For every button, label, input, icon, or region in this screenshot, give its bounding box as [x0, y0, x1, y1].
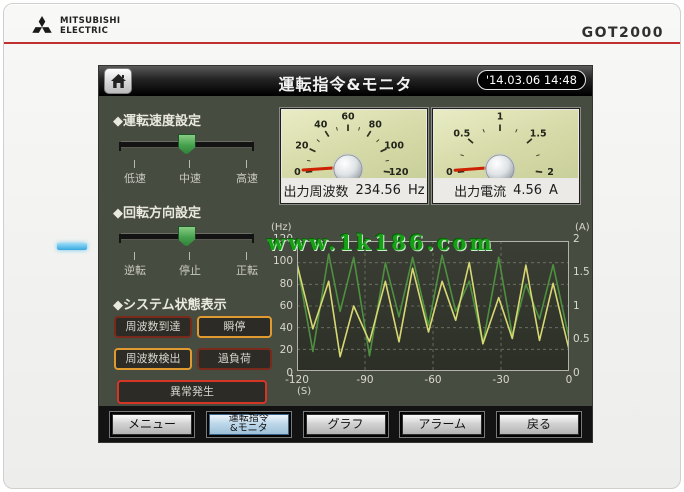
- left-axis-tick: 40: [280, 323, 293, 334]
- frequency-gauge-label: 出力周波数: [283, 181, 348, 200]
- left-axis-tick: 80: [280, 279, 293, 290]
- svg-text:0: 0: [294, 167, 301, 178]
- direction-slider-labels: 逆転 停止 正転: [121, 262, 252, 276]
- nav-operation-monitor-button[interactable]: 運転指令&モニタ: [209, 414, 289, 435]
- right-axis-tick: 0.5: [573, 334, 590, 345]
- nav-button-label: グラフ: [327, 418, 363, 431]
- left-axis-ticks: 120100806040200: [259, 234, 293, 378]
- direction-section-title: ◆回転方向設定: [113, 202, 201, 221]
- frequency-gauge-readout: 出力周波数 234.56 Hz: [282, 179, 426, 201]
- direction-label-reverse: 逆転: [124, 262, 146, 278]
- svg-text:100: 100: [384, 141, 404, 152]
- left-axis-tick: 60: [280, 301, 293, 312]
- direction-slider-handle[interactable]: [178, 226, 196, 247]
- direction-slider-ticks: [121, 252, 252, 260]
- nav-slot-monitor: 運転指令&モニタ: [206, 411, 292, 438]
- svg-text:0.5: 0.5: [453, 129, 470, 140]
- brand-line2: ELECTRIC: [60, 27, 120, 37]
- current-gauge-readout: 出力電流 4.56 A: [434, 179, 578, 201]
- nav-menu-button[interactable]: メニュー: [112, 414, 192, 435]
- clock-display: '14.03.06 14:48: [477, 70, 586, 90]
- x-axis-tick: -120: [281, 374, 313, 386]
- current-gauge-unit: A: [549, 183, 558, 198]
- current-gauge-panel: 0 0.5 1 1.5 2 出力電流 4.56 A: [432, 108, 580, 204]
- status-button-grid: 周波数到達 瞬停 周波数検出 過負荷: [114, 316, 272, 370]
- x-axis-ticks: -120 -90 -60 -30 0: [281, 374, 585, 386]
- nav-graph-button[interactable]: グラフ: [306, 414, 386, 435]
- right-axis-ticks: 21.510.50: [573, 234, 592, 378]
- frequency-gauge-face: 0 20 40 60 80100 120: [282, 110, 426, 178]
- nav-alarm-button[interactable]: アラーム: [402, 414, 482, 435]
- svg-text:40: 40: [314, 119, 328, 130]
- speed-section-title: ◆運転速度設定: [113, 110, 201, 129]
- power-led: [57, 243, 87, 250]
- hmi-screen: 運転指令&モニタ '14.03.06 14:48 ◆運転速度設定 低速 中速 高…: [99, 66, 592, 442]
- nav-button-label: アラーム: [418, 418, 466, 431]
- right-axis-tick: 1: [573, 301, 580, 312]
- got2000-device-bezel: MITSUBISHI ELECTRIC GOT2000 運転指令&モニタ '14…: [3, 3, 681, 489]
- frequency-gauge-dial: 0 20 40 60 80100 120: [282, 110, 426, 178]
- nav-button-label: メニュー: [128, 418, 176, 431]
- nav-button-label: &モニタ: [230, 424, 268, 435]
- svg-text:1: 1: [497, 112, 504, 123]
- nav-slot-graph: グラフ: [303, 411, 389, 438]
- x-axis-unit: (S): [297, 386, 311, 397]
- frequency-gauge-unit: Hz: [408, 183, 425, 198]
- speed-slider-labels: 低速 中速 高速: [121, 170, 252, 184]
- current-gauge-dial: 0 0.5 1 1.5 2: [434, 110, 578, 178]
- svg-text:20: 20: [295, 141, 309, 152]
- status-alarm-occurred[interactable]: 異常発生: [117, 380, 267, 404]
- x-axis-tick: -90: [349, 374, 381, 386]
- direction-label-forward: 正転: [236, 262, 258, 278]
- status-freq-reached[interactable]: 周波数到達: [114, 316, 192, 338]
- speed-slider-handle[interactable]: [178, 134, 196, 155]
- nav-button-label: 戻る: [527, 418, 551, 431]
- title-bar: 運転指令&モニタ '14.03.06 14:48: [99, 66, 592, 96]
- nav-slot-menu: メニュー: [109, 411, 195, 438]
- left-axis-tick: 20: [280, 345, 293, 356]
- speed-slider[interactable]: [121, 142, 252, 147]
- direction-label-stop: 停止: [179, 262, 201, 278]
- mitsubishi-logo: MITSUBISHI ELECTRIC: [30, 15, 120, 38]
- svg-text:0: 0: [446, 167, 453, 178]
- status-freq-detect[interactable]: 周波数検出: [114, 348, 192, 370]
- status-section-title: ◆システム状態表示: [113, 294, 227, 313]
- right-axis-tick: 2: [573, 234, 580, 245]
- speed-label-mid: 中速: [179, 170, 201, 186]
- nav-back-button[interactable]: 戻る: [499, 414, 579, 435]
- speed-slider-ticks: [121, 160, 252, 168]
- right-axis-tick: 1.5: [573, 267, 590, 278]
- svg-text:1.5: 1.5: [530, 129, 547, 140]
- bottom-nav-bar: メニュー 運転指令&モニタ グラフ アラーム 戻る: [99, 406, 592, 442]
- trend-chart-plot: [297, 241, 569, 371]
- x-axis-tick: -30: [485, 374, 517, 386]
- current-gauge-face: 0 0.5 1 1.5 2: [434, 110, 578, 178]
- current-gauge-value: 4.56: [513, 183, 542, 198]
- x-axis-tick: -60: [417, 374, 449, 386]
- bezel-accent-line: [4, 42, 680, 44]
- svg-text:120: 120: [389, 167, 409, 178]
- model-label: GOT2000: [582, 25, 664, 41]
- nav-slot-alarm: アラーム: [399, 411, 485, 438]
- right-axis-unit: (A): [575, 222, 590, 233]
- current-gauge-label: 出力電流: [454, 181, 506, 200]
- direction-slider[interactable]: [121, 234, 252, 239]
- left-axis-tick: 100: [273, 256, 293, 267]
- speed-label-high: 高速: [236, 170, 258, 186]
- frequency-gauge-panel: 0 20 40 60 80100 120 出力周波数 234.56 Hz: [280, 108, 428, 204]
- frequency-gauge-value: 234.56: [355, 183, 401, 198]
- svg-text:80: 80: [369, 119, 383, 130]
- speed-label-low: 低速: [124, 170, 146, 186]
- nav-slot-back: 戻る: [496, 411, 582, 438]
- x-axis-tick: 0: [553, 374, 585, 386]
- svg-text:60: 60: [341, 112, 355, 123]
- svg-text:2: 2: [547, 167, 554, 178]
- watermark-text: www.1k186.com: [267, 230, 495, 255]
- mitsubishi-diamonds-icon: [30, 15, 54, 38]
